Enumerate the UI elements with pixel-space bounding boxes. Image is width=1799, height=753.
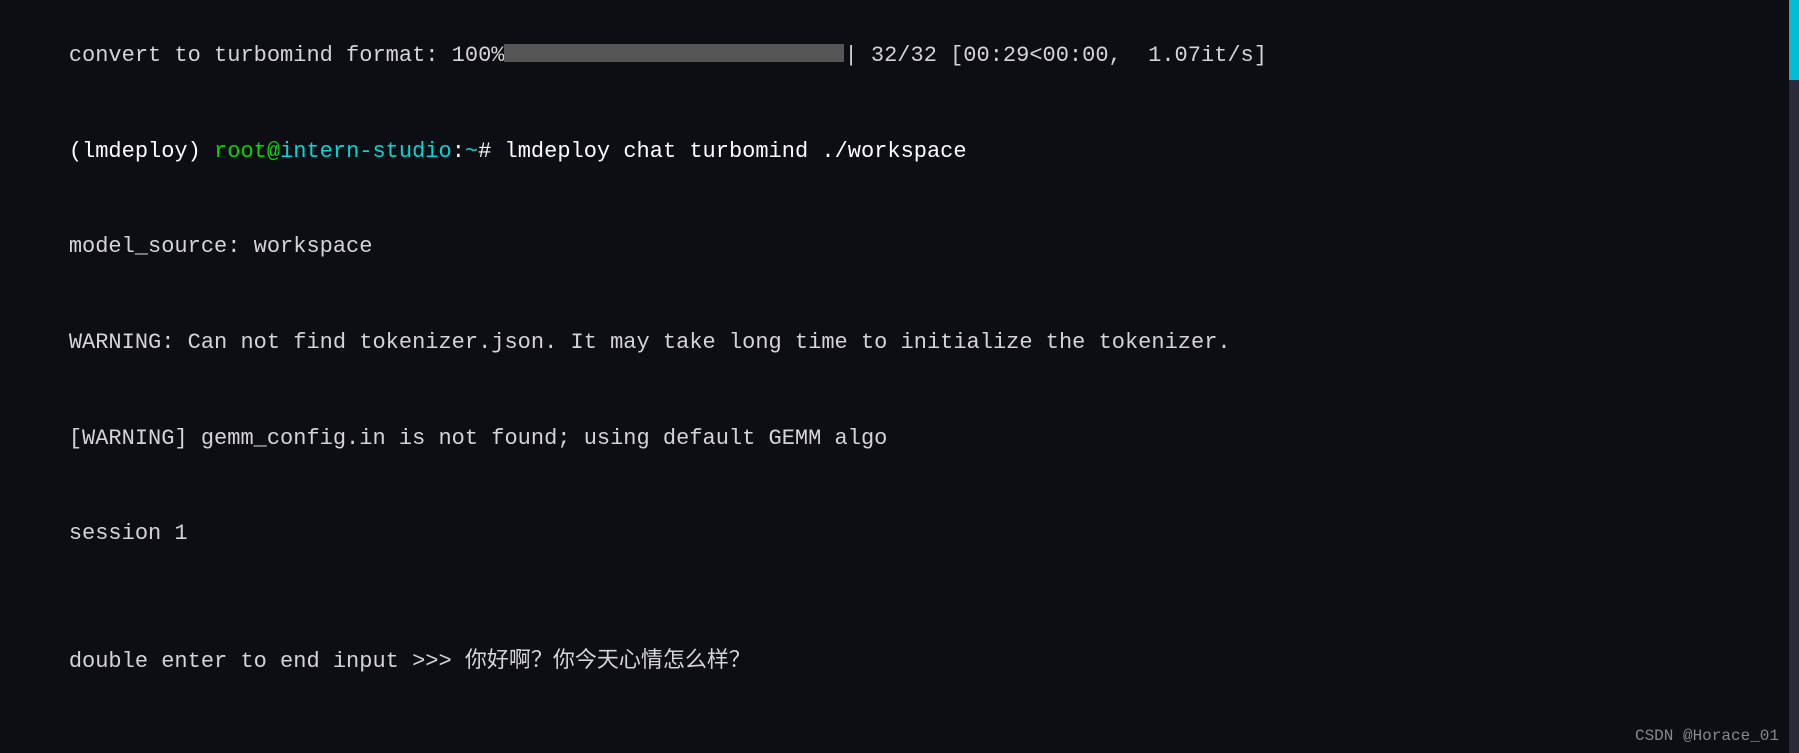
prompt-colon: : [452,139,465,164]
watermark: CSDN @Horace_01 [1635,727,1779,745]
line-blank2 [16,710,1783,742]
prompt-path: ~ [465,139,478,164]
line-session: session 1 [16,486,1783,582]
line-warning2: [WARNING] gemm_config.in is not found; u… [16,391,1783,487]
scrollbar[interactable] [1789,0,1799,753]
prompt-hash: # lmdeploy chat turbomind ./workspace [478,139,966,164]
convert-text: convert to turbomind format: 100% [69,43,505,68]
progress-bar [504,44,844,62]
prompt-prefix: (lmdeploy) [69,139,214,164]
scrollbar-thumb[interactable] [1789,0,1799,80]
prompt-host: intern-studio [280,139,452,164]
prompt-at: @ [267,139,280,164]
line-convert: convert to turbomind format: 100% | 32/32… [16,8,1783,104]
line-model-source: model_source: workspace [16,199,1783,295]
line-system: <|System|>:You are an AI assistant whose… [16,741,1783,753]
line-input-prompt: double enter to end input >>> 你好啊？你今天心情怎… [16,614,1783,710]
progress-stats: | 32/32 [00:29<00:00, 1.07it/s] [844,43,1266,68]
prompt-user: root [214,139,267,164]
line-prompt: (lmdeploy) root@intern-studio:~# lmdeplo… [16,104,1783,200]
line-blank1 [16,582,1783,614]
terminal: convert to turbomind format: 100% | 32/32… [0,0,1799,753]
line-warning1: WARNING: Can not find tokenizer.json. It… [16,295,1783,391]
